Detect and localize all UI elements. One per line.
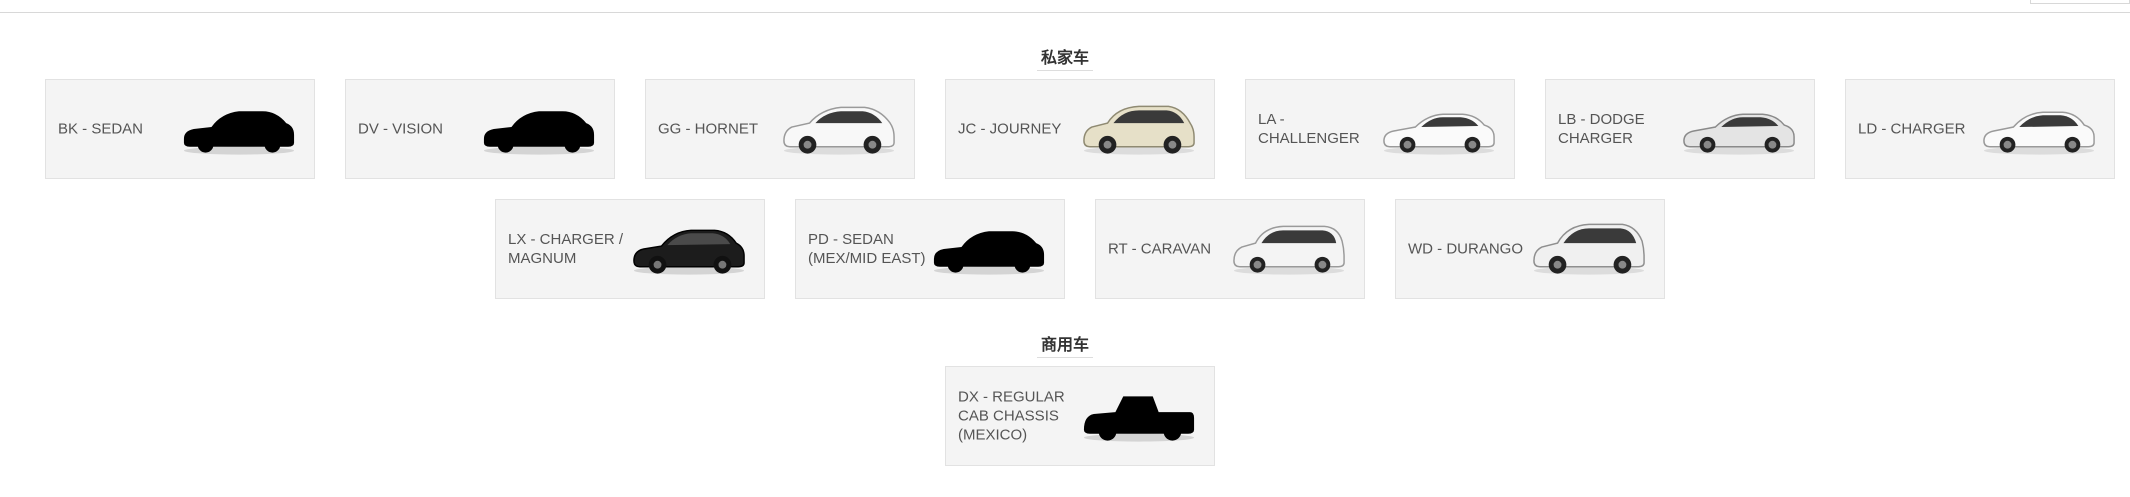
vehicle-card-la-challenger[interactable]: LA - CHALLENGER bbox=[1245, 79, 1515, 179]
vehicle-label: JC - JOURNEY bbox=[958, 120, 1062, 138]
section-title-text: 商用车 bbox=[1036, 331, 1093, 358]
vehicle-card-lb-dodge-charger[interactable]: LB - DODGE CHARGER bbox=[1545, 79, 1815, 179]
vehicle-label: GG - HORNET bbox=[658, 120, 758, 138]
white-sedan-icon bbox=[1983, 111, 2095, 155]
header-search-box[interactable] bbox=[2030, 0, 2130, 4]
vehicle-card-jc-journey[interactable]: JC - JOURNEY bbox=[945, 79, 1215, 179]
top-header-bar bbox=[0, 0, 2130, 13]
car-silhouette-icon bbox=[183, 111, 295, 155]
vehicle-card-gg-hornet[interactable]: GG - HORNET bbox=[645, 79, 915, 179]
white-suv-icon bbox=[783, 106, 895, 155]
silver-coupe-icon bbox=[1683, 113, 1795, 155]
white-coupe-icon bbox=[1383, 113, 1495, 155]
section-title-commercial: 商用车 bbox=[0, 331, 2130, 358]
vehicle-label: BK - SEDAN bbox=[58, 120, 144, 138]
section-title-text: 私家车 bbox=[1036, 44, 1093, 71]
vehicle-card-dv-vision[interactable]: DV - VISION bbox=[345, 79, 615, 179]
vehicle-label: PD - SEDAN (MEX/MID EAST) bbox=[808, 231, 926, 267]
vehicle-card-dx-regular-cab-chassis[interactable]: DX - REGULAR CAB CHASSIS (MEXICO) bbox=[945, 366, 1215, 466]
white-suv-icon bbox=[1533, 223, 1645, 275]
vehicle-card-pd-sedan[interactable]: PD - SEDAN (MEX/MID EAST) bbox=[795, 199, 1065, 299]
vehicle-label: LA - CHALLENGER bbox=[1258, 111, 1360, 147]
vehicle-label: DV - VISION bbox=[358, 120, 444, 138]
vehicle-label: WD - DURANGO bbox=[1408, 240, 1523, 258]
vehicle-label: RT - CARAVAN bbox=[1108, 240, 1212, 258]
vehicle-card-lx-charger-magnum[interactable]: LX - CHARGER / MAGNUM bbox=[495, 199, 765, 299]
vehicle-label: LX - CHARGER / MAGNUM bbox=[508, 231, 624, 267]
section-title-passenger: 私家车 bbox=[0, 44, 2130, 71]
white-minivan-icon bbox=[1233, 225, 1345, 275]
vehicle-label: DX - REGULAR CAB CHASSIS (MEXICO) bbox=[958, 388, 1065, 444]
black-sedan-icon bbox=[633, 229, 745, 275]
beige-crossover-icon bbox=[1083, 105, 1195, 155]
truck-silhouette-icon bbox=[1083, 396, 1195, 442]
vehicle-card-rt-caravan[interactable]: RT - CARAVAN bbox=[1095, 199, 1365, 299]
vehicle-card-bk-sedan[interactable]: BK - SEDAN bbox=[45, 79, 315, 179]
vehicle-card-wd-durango[interactable]: WD - DURANGO bbox=[1395, 199, 1665, 299]
car-silhouette-icon bbox=[933, 231, 1045, 275]
vehicle-card-ld-charger[interactable]: LD - CHARGER bbox=[1845, 79, 2115, 179]
vehicle-label: LB - DODGE CHARGER bbox=[1558, 111, 1645, 147]
vehicle-label: LD - CHARGER bbox=[1858, 120, 1966, 138]
car-silhouette-icon bbox=[483, 111, 595, 155]
